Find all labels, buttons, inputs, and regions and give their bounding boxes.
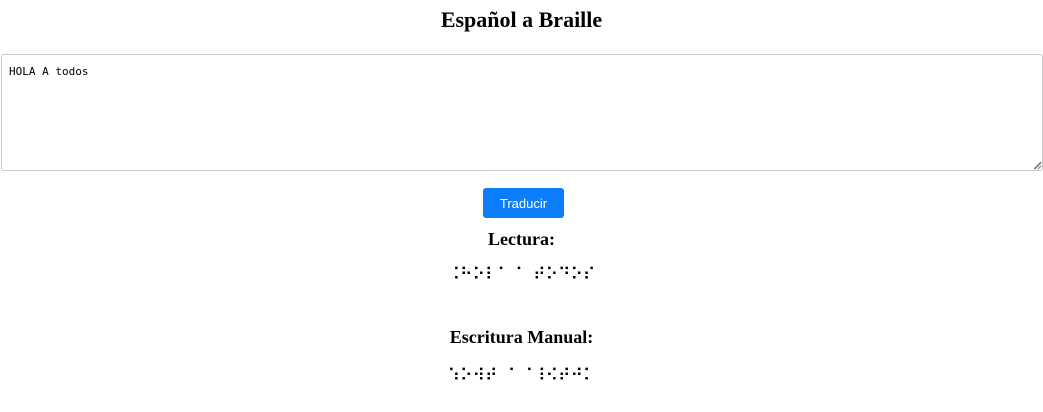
reading-heading: Lectura: — [488, 229, 555, 249]
writing-heading: Escritura Manual: — [449, 327, 594, 347]
page-title: Español a Braille — [440, 7, 603, 32]
reading-braille-output: ⠨⠓⠕⠇⠁ ⠁ ⠞⠕⠙⠕⠎ — [447, 265, 596, 285]
writing-braille-output: ⠱⠕⠺⠞ ⠈ ⠈⠸⠪⠞⠚⠅ — [447, 366, 596, 386]
translate-button[interactable]: Traducir — [483, 188, 564, 218]
spanish-text-input[interactable] — [1, 54, 1043, 171]
resize-handle-icon[interactable] — [1034, 162, 1042, 170]
page: Español a Braille Traducir Lectura: ⠨⠓⠕⠇… — [0, 0, 1043, 412]
